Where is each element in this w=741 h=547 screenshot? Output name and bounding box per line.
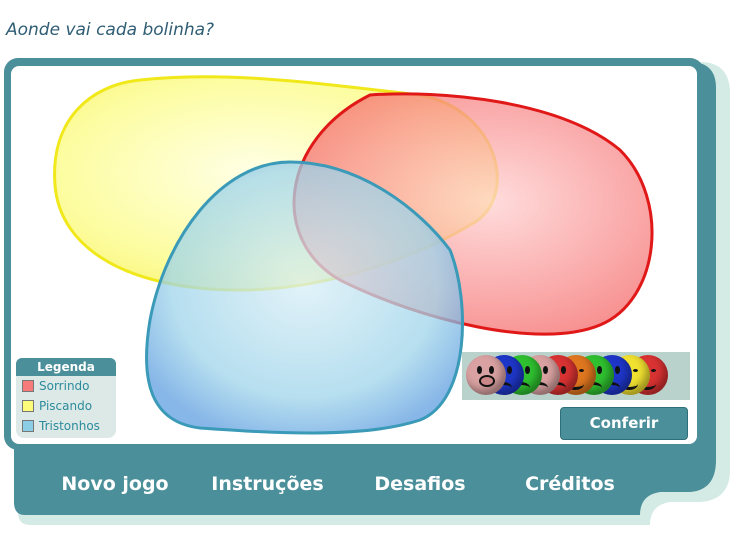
- legend-swatch-blue: [22, 420, 34, 432]
- new-game-button[interactable]: Novo jogo: [40, 462, 190, 508]
- credits-button[interactable]: Créditos: [500, 462, 640, 508]
- ball-eye: [477, 366, 482, 374]
- ball-eye: [615, 366, 620, 374]
- ball-eye: [633, 369, 638, 372]
- check-button[interactable]: Conferir: [560, 407, 688, 440]
- ball-eye: [579, 369, 584, 372]
- instructions-button[interactable]: Instruções: [195, 462, 340, 508]
- legend-swatch-yellow: [22, 400, 34, 412]
- legend-swatch-red: [22, 380, 34, 392]
- smiley-ball-pig[interactable]: [466, 355, 506, 395]
- legend-label: Tristonhos: [39, 419, 100, 433]
- ball-eye: [597, 366, 602, 374]
- ball-eye: [507, 366, 512, 374]
- ball-eye: [561, 366, 566, 374]
- ball-eye: [489, 366, 494, 374]
- legend-item-tristonhos: Tristonhos: [16, 416, 116, 436]
- ball-eye: [525, 366, 530, 374]
- ball-mouth: [479, 375, 495, 387]
- challenges-button[interactable]: Desafios: [350, 462, 490, 508]
- legend-item-sorrindo: Sorrindo: [16, 376, 116, 396]
- legend-panel: Legenda Sorrindo Piscando Tristonhos: [16, 358, 116, 438]
- legend-item-piscando: Piscando: [16, 396, 116, 416]
- legend-label: Sorrindo: [39, 379, 90, 393]
- ball-eye: [543, 366, 548, 374]
- ball-tray: [462, 352, 690, 400]
- ball-eye: [651, 369, 656, 372]
- legend-heading: Legenda: [16, 358, 116, 376]
- legend-label: Piscando: [39, 399, 93, 413]
